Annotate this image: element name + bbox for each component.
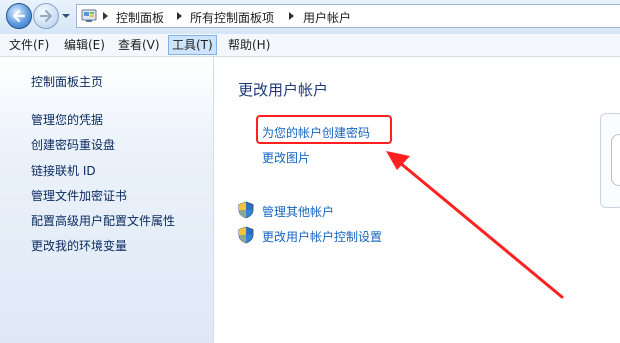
control-panel-icon bbox=[81, 9, 97, 22]
change-uac-settings-link[interactable]: 更改用户帐户控制设置 bbox=[262, 228, 382, 245]
uac-shield-icon bbox=[238, 201, 254, 219]
control-panel-home-link[interactable]: 控制面板主页 bbox=[31, 73, 103, 90]
forward-button[interactable] bbox=[33, 3, 59, 29]
left-link-profile-properties[interactable]: 配置高级用户配置文件属性 bbox=[31, 212, 175, 229]
back-button[interactable] bbox=[6, 3, 32, 29]
breadcrumb-separator[interactable] bbox=[103, 12, 108, 20]
breadcrumb-item-all-items[interactable]: 所有控制面板项 bbox=[190, 9, 274, 26]
left-link-encryption-certificates[interactable]: 管理文件加密证书 bbox=[31, 187, 127, 204]
menu-edit[interactable]: 编辑(E) bbox=[61, 36, 108, 54]
breadcrumb-item-control-panel[interactable]: 控制面板 bbox=[116, 9, 164, 26]
menu-tools[interactable]: 工具(T) bbox=[168, 35, 217, 55]
forward-icon bbox=[39, 9, 53, 23]
page-title: 更改用户帐户 bbox=[238, 81, 329, 99]
account-picture bbox=[611, 134, 620, 186]
uac-shield-icon bbox=[238, 226, 254, 244]
manage-other-accounts-link[interactable]: 管理其他帐户 bbox=[262, 203, 334, 220]
menu-help[interactable]: 帮助(H) bbox=[225, 36, 273, 54]
breadcrumb-separator[interactable] bbox=[177, 12, 182, 20]
menu-file[interactable]: 文件(F) bbox=[6, 36, 52, 54]
history-dropdown-icon[interactable] bbox=[61, 11, 71, 21]
breadcrumb-separator[interactable] bbox=[289, 12, 294, 20]
menu-bar: 文件(F) 编辑(E) 查看(V) 工具(T) 帮助(H) bbox=[0, 34, 620, 57]
menu-view[interactable]: 查看(V) bbox=[115, 36, 163, 54]
annotation-highlight-box bbox=[256, 115, 392, 144]
change-picture-link[interactable]: 更改图片 bbox=[262, 149, 310, 166]
account-picture-frame bbox=[600, 113, 620, 208]
back-icon bbox=[12, 9, 26, 23]
left-link-online-id[interactable]: 链接联机 ID bbox=[31, 162, 96, 179]
left-link-manage-credentials[interactable]: 管理您的凭据 bbox=[31, 111, 103, 128]
address-bar: 控制面板 所有控制面板项 用户帐户 bbox=[0, 0, 620, 35]
left-link-create-reset-disk[interactable]: 创建密码重设盘 bbox=[31, 136, 115, 153]
breadcrumb-item-user-accounts[interactable]: 用户帐户 bbox=[303, 9, 351, 26]
left-link-environment-variables[interactable]: 更改我的环境变量 bbox=[31, 237, 127, 254]
breadcrumb[interactable]: 控制面板 所有控制面板项 用户帐户 bbox=[76, 4, 620, 28]
